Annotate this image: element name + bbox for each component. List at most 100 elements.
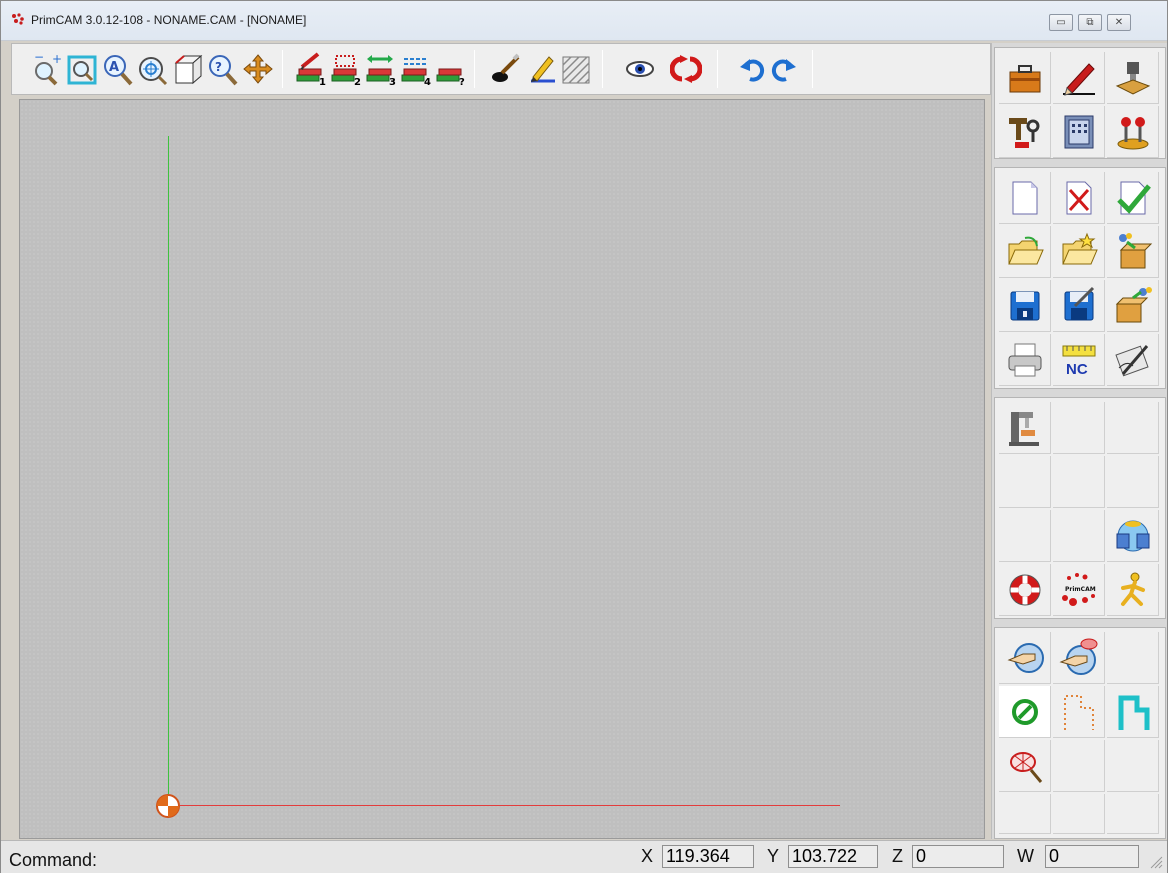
save-as-button[interactable] xyxy=(1053,280,1105,332)
sign-button[interactable] xyxy=(1107,334,1159,386)
draw-pencil-icon xyxy=(1063,63,1095,96)
svg-text:?: ? xyxy=(215,60,222,74)
close-button[interactable]: ✕ xyxy=(1107,14,1131,31)
toolbar-separator xyxy=(717,50,718,88)
contour-dots-icon xyxy=(1064,695,1094,730)
brush-button[interactable] xyxy=(490,51,522,87)
snap-circle-button[interactable] xyxy=(999,686,1051,738)
toolbox-button[interactable] xyxy=(999,52,1051,104)
close-file-button[interactable] xyxy=(1053,172,1105,224)
draw-layer-2-button[interactable]: 2 xyxy=(329,51,361,88)
main-toolbar: + − A ? 1 2 3 4 ? xyxy=(11,43,991,95)
zoom-prev-icon: ? xyxy=(209,55,238,86)
layer-number: 4 xyxy=(424,77,431,87)
title-bar[interactable]: PrimCAM 3.0.12-108 - NONAME.CAM - [NONAM… xyxy=(1,1,1167,41)
machine-button[interactable] xyxy=(999,402,1051,454)
zoom-window-button[interactable] xyxy=(67,51,99,87)
zoom-previous-button[interactable]: ? xyxy=(207,51,239,87)
draw-layer-1-icon: 1 xyxy=(296,52,326,88)
restore-button[interactable]: ⧉ xyxy=(1078,14,1102,31)
help-lifebuoy-button[interactable] xyxy=(999,564,1051,616)
primcam-logo-text: PrimCAM xyxy=(1065,586,1096,593)
print-button[interactable] xyxy=(999,334,1051,386)
command-label: Command: xyxy=(9,850,98,870)
eye-icon xyxy=(626,61,654,77)
import-box-button[interactable] xyxy=(1107,226,1159,278)
run-button[interactable] xyxy=(1107,564,1159,616)
w-coord-field[interactable]: 0 xyxy=(1045,845,1139,868)
save-as-icon xyxy=(1064,286,1095,321)
toolbox-icon xyxy=(1009,65,1041,93)
layer-number: 2 xyxy=(354,77,361,87)
resize-grip-icon[interactable] xyxy=(1149,855,1163,869)
tools-button[interactable] xyxy=(999,106,1051,158)
undo-button[interactable] xyxy=(736,51,768,87)
draw-layer-3-button[interactable]: 3 xyxy=(364,51,396,88)
pan-button[interactable] xyxy=(242,51,274,87)
zoom-all-button[interactable]: A xyxy=(102,51,134,87)
contour-dotted-button[interactable] xyxy=(1053,686,1105,738)
tools-icon xyxy=(1009,118,1040,148)
restore-icon: ⧉ xyxy=(1086,17,1094,28)
hatch-button[interactable] xyxy=(560,51,592,87)
open-folder-button[interactable] xyxy=(999,226,1051,278)
regenerate-button[interactable] xyxy=(669,51,703,87)
zoom-in-button[interactable]: + − xyxy=(32,50,64,87)
draw-mode-button[interactable] xyxy=(1053,52,1105,104)
zoom-center-button[interactable] xyxy=(137,51,169,87)
window-title: PrimCAM 3.0.12-108 - NONAME.CAM - [NONAM… xyxy=(31,13,307,27)
machine-slot-8 xyxy=(1053,510,1105,562)
select-net-button[interactable] xyxy=(999,740,1051,792)
app-logo-icon xyxy=(12,13,24,25)
view-button[interactable] xyxy=(624,51,656,87)
draw-layer-1-button[interactable]: 1 xyxy=(294,51,326,88)
import-box-icon xyxy=(1119,233,1153,269)
network-button[interactable] xyxy=(1107,510,1159,562)
sign-icon xyxy=(1115,345,1149,377)
view-3d-button[interactable] xyxy=(172,51,204,87)
layer-query-button[interactable]: ? xyxy=(434,51,466,88)
toolbar-separator xyxy=(282,50,283,88)
joystick-icon xyxy=(1117,117,1149,150)
calculator-button[interactable] xyxy=(1053,106,1105,158)
z-coord-label: Z xyxy=(892,846,903,866)
print-icon xyxy=(1008,343,1042,377)
favorite-folder-button[interactable] xyxy=(1053,226,1105,278)
x-coord-label: X xyxy=(641,846,654,866)
machine-stamp-button[interactable] xyxy=(1107,52,1159,104)
contour-solid-button[interactable] xyxy=(1107,686,1159,738)
minimize-button[interactable]: ▭ xyxy=(1049,14,1073,31)
primcam-about-button[interactable]: PrimCAM xyxy=(1053,564,1105,616)
pointer-hand-alert-icon xyxy=(1059,638,1098,675)
draw-layer-4-button[interactable]: 4 xyxy=(399,51,431,88)
zoom-window-icon xyxy=(67,55,97,85)
close-file-icon xyxy=(1066,181,1092,215)
drawing-canvas[interactable] xyxy=(19,99,985,839)
select-group xyxy=(994,627,1166,839)
redo-button[interactable] xyxy=(768,51,800,87)
layer-query-icon: ? xyxy=(436,68,465,88)
check-file-icon xyxy=(1117,181,1151,215)
y-coord-field[interactable]: 103.722 xyxy=(788,845,878,868)
nc-button[interactable]: NC xyxy=(1053,334,1105,386)
contour-solid-icon xyxy=(1118,695,1150,730)
highlighter-button[interactable] xyxy=(525,51,557,87)
layer-number: 3 xyxy=(389,77,396,87)
joystick-button[interactable] xyxy=(1107,106,1159,158)
save-button[interactable] xyxy=(999,280,1051,332)
z-coord-field[interactable]: 0 xyxy=(912,845,1004,868)
pointer-button[interactable] xyxy=(999,632,1051,684)
check-file-button[interactable] xyxy=(1107,172,1159,224)
app-window: PrimCAM 3.0.12-108 - NONAME.CAM - [NONAM… xyxy=(0,0,1168,873)
status-bar: Command: X 119.364 Y 103.722 Z 0 W 0 xyxy=(1,840,1167,873)
export-box-button[interactable] xyxy=(1107,280,1159,332)
select-slot-11 xyxy=(1053,794,1105,834)
layer-number: ? xyxy=(459,77,465,87)
pointer-alert-button[interactable] xyxy=(1053,632,1105,684)
zoom-center-icon xyxy=(139,57,168,86)
new-file-button[interactable] xyxy=(999,172,1051,224)
machine-group: PrimCAM xyxy=(994,397,1166,619)
pointer-hand-icon xyxy=(1007,643,1044,673)
redo-icon xyxy=(771,59,796,82)
x-coord-field[interactable]: 119.364 xyxy=(662,845,754,868)
